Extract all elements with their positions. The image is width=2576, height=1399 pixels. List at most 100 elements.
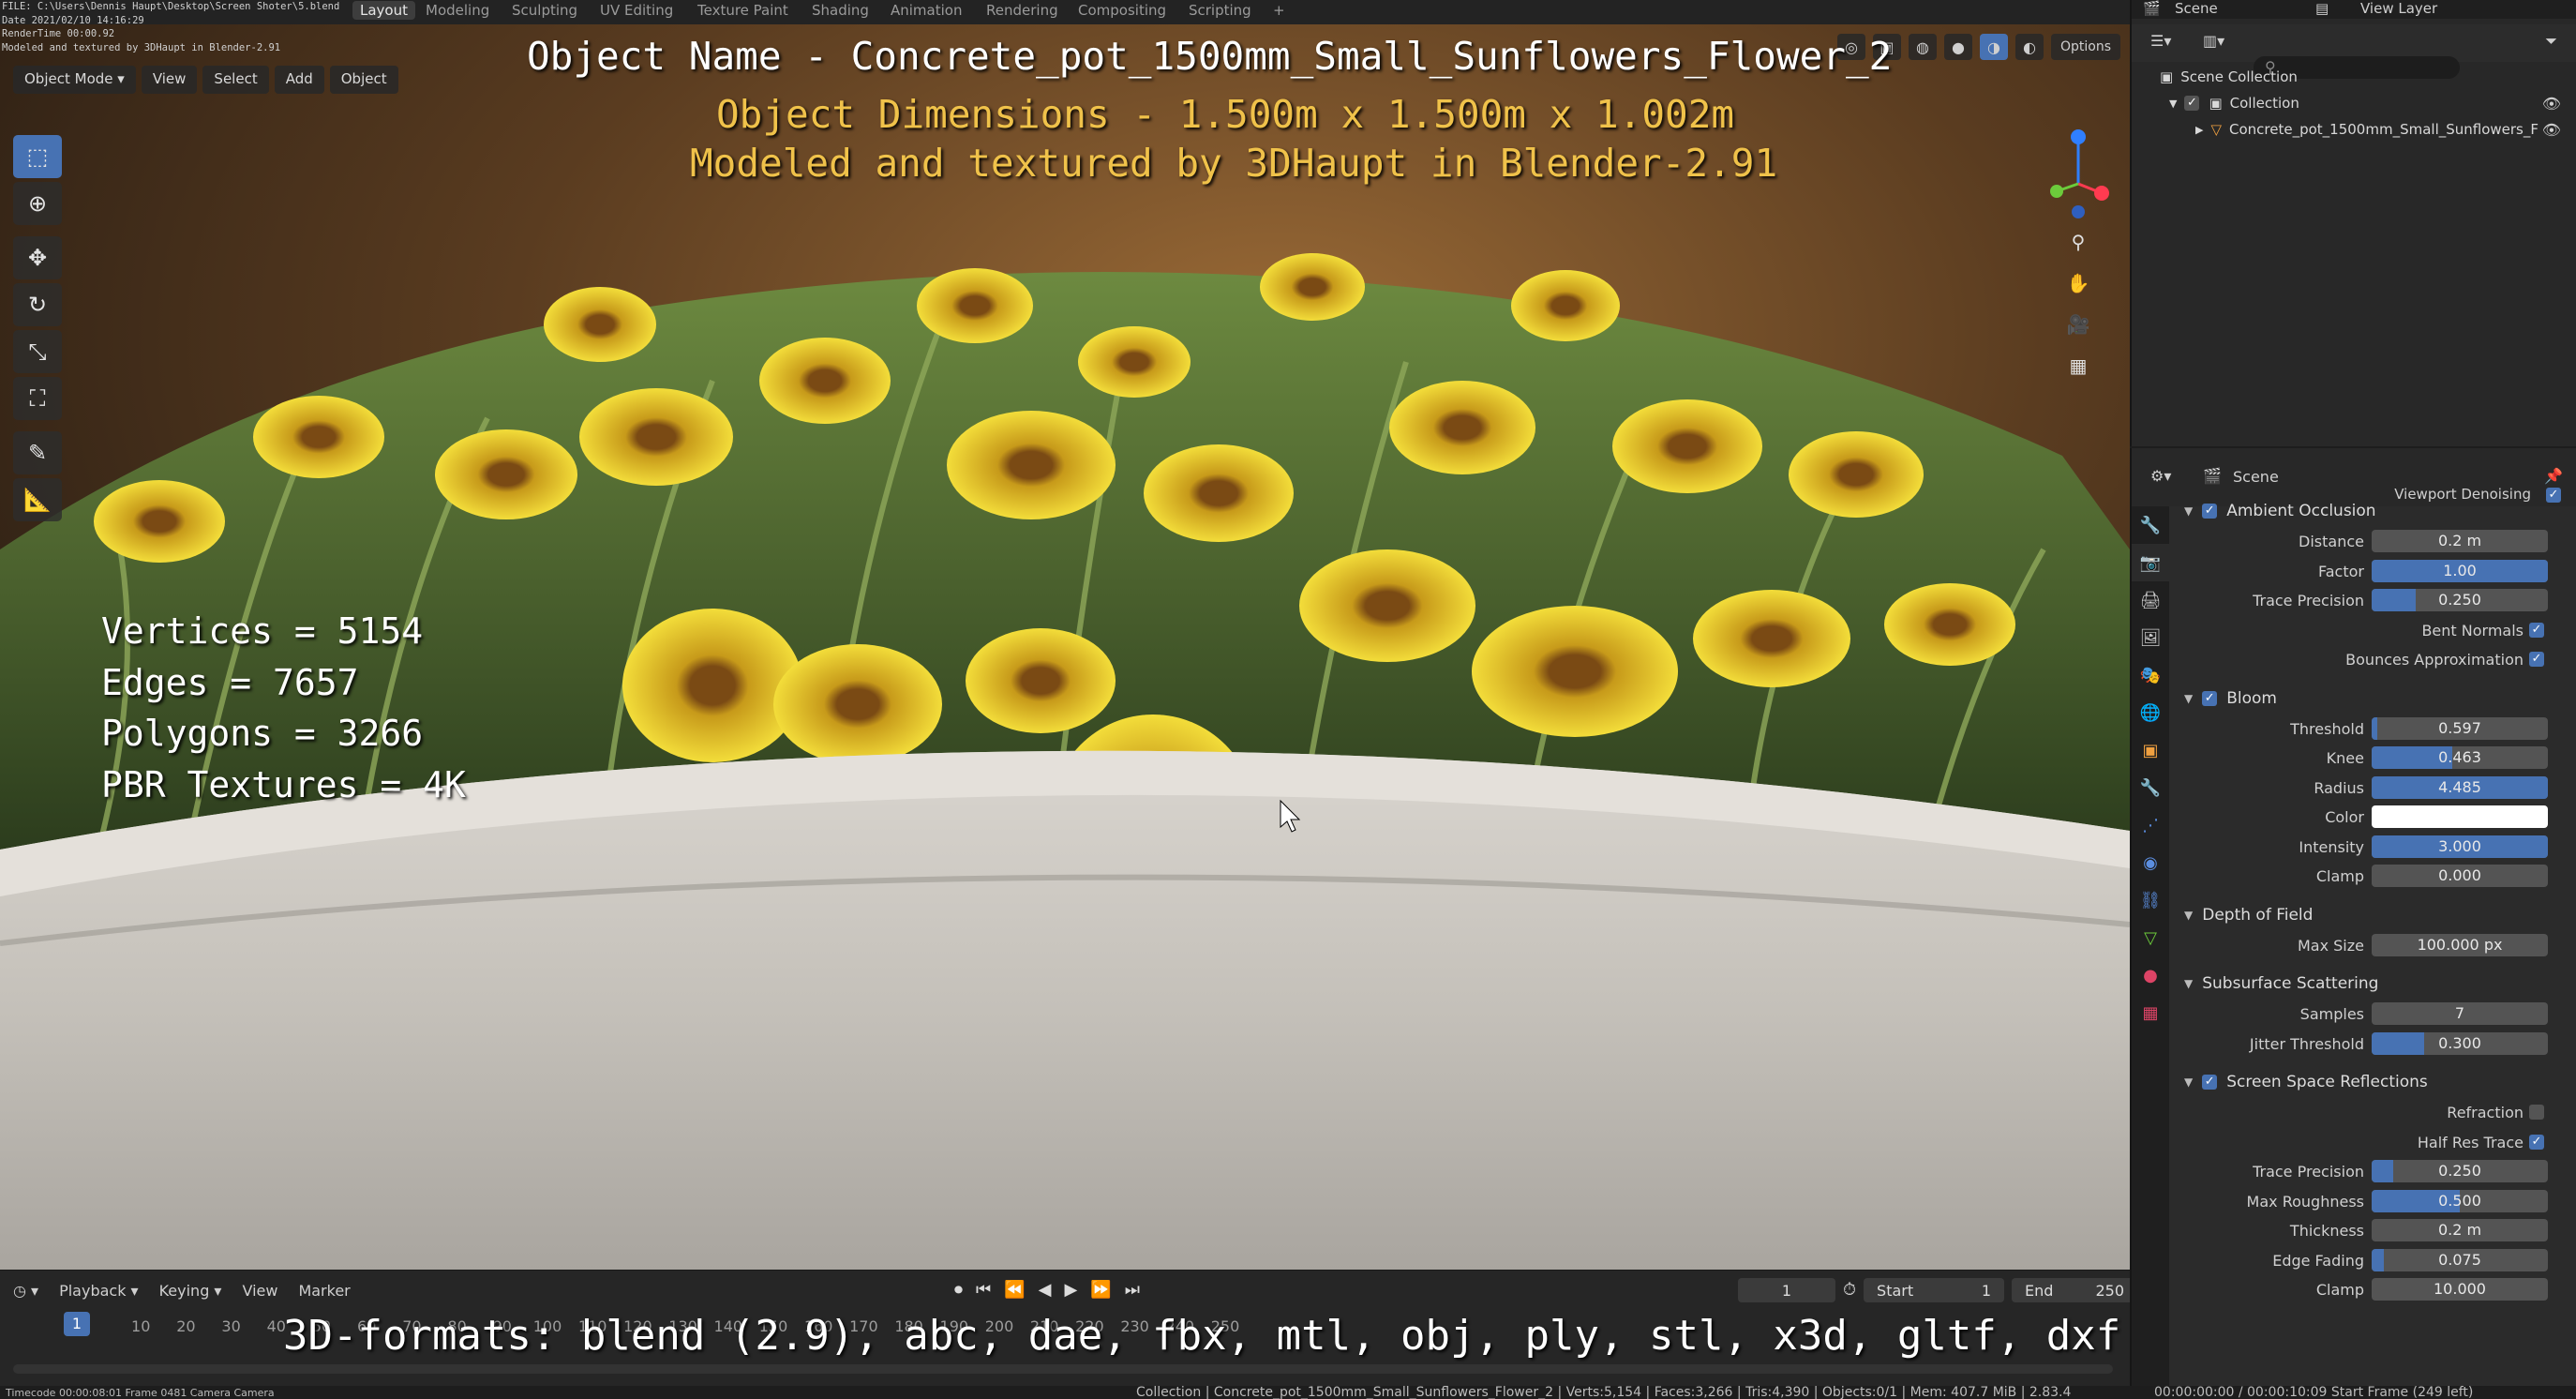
- record-icon[interactable]: ⏺: [954, 1280, 963, 1300]
- output-tab-icon[interactable]: 🖨: [2132, 581, 2169, 619]
- menu-select[interactable]: Select: [202, 66, 269, 94]
- panel-collapse-icon[interactable]: ▼: [2184, 977, 2193, 990]
- property-checkbox[interactable]: ✓: [2529, 622, 2544, 638]
- move-icon[interactable]: ✥: [13, 236, 62, 279]
- menu-view[interactable]: View: [141, 66, 198, 94]
- property-slider[interactable]: 0.2 m: [2372, 1219, 2548, 1241]
- expand-arrow-icon[interactable]: ▼: [2169, 98, 2177, 110]
- property-slider[interactable]: 0.300: [2372, 1031, 2548, 1055]
- ortho-grid-icon[interactable]: ▦: [2061, 349, 2095, 383]
- panel-collapse-icon[interactable]: ▼: [2184, 504, 2193, 518]
- property-slider[interactable]: 0.250: [2372, 1160, 2548, 1182]
- tab-texture-paint[interactable]: Texture Paint: [697, 2, 788, 19]
- tab-modeling[interactable]: Modeling: [426, 2, 489, 19]
- tab-uv-editing[interactable]: UV Editing: [600, 2, 673, 19]
- prev-keyframe-icon[interactable]: ⏪: [1004, 1280, 1025, 1300]
- property-slider[interactable]: 0.500: [2372, 1189, 2548, 1212]
- properties-editor-icon[interactable]: ⚙▾: [2150, 467, 2171, 485]
- 3d-viewport[interactable]: Object Mode ▾ View Select Add Object ◎ ▣…: [0, 24, 2130, 1270]
- property-slider[interactable]: 10.000: [2372, 1278, 2548, 1301]
- options-button[interactable]: Options: [2050, 34, 2120, 60]
- panel-screen-space-reflections[interactable]: ▼ ✓ Screen Space Reflections: [2173, 1066, 2576, 1098]
- material-tab-icon[interactable]: ●: [2132, 956, 2169, 994]
- panel-enable-checkbox[interactable]: ✓: [2202, 1075, 2218, 1090]
- property-slider[interactable]: 7: [2372, 1002, 2548, 1025]
- transform-icon[interactable]: ⛶: [13, 377, 62, 420]
- solid-shading-icon[interactable]: ●: [1943, 34, 1972, 60]
- visibility-eye-icon[interactable]: 👁: [2542, 95, 2561, 113]
- property-slider[interactable]: 3.000: [2372, 835, 2548, 858]
- modifier-tab-icon[interactable]: 🔧: [2132, 769, 2169, 806]
- panel-ambient-occlusion[interactable]: ▼ ✓ Ambient Occlusion: [2173, 495, 2576, 527]
- panel-enable-checkbox[interactable]: ✓: [2202, 690, 2218, 706]
- view-layer-tab-icon[interactable]: 🖼: [2132, 619, 2169, 656]
- play-reverse-icon[interactable]: ◀: [1039, 1280, 1052, 1300]
- rotate-icon[interactable]: ↻: [13, 283, 62, 326]
- panel-subsurface-scattering[interactable]: ▼ Subsurface Scattering: [2173, 968, 2576, 1000]
- menu-playback[interactable]: Playback ▾: [59, 1282, 139, 1300]
- outliner-editor-icon[interactable]: ☰▾: [2150, 32, 2171, 50]
- scale-icon[interactable]: ⤡: [13, 330, 62, 373]
- world-tab-icon[interactable]: 🌐: [2132, 694, 2169, 731]
- scene-name[interactable]: Scene: [2175, 0, 2218, 17]
- tab-scripting[interactable]: Scripting: [1189, 2, 1251, 19]
- pin-icon[interactable]: 📌: [2544, 467, 2563, 485]
- render-tab-icon[interactable]: 📷: [2132, 544, 2169, 581]
- menu-keying[interactable]: Keying ▾: [159, 1282, 222, 1300]
- menu-add[interactable]: Add: [274, 66, 324, 94]
- zoom-icon[interactable]: ⚲: [2061, 225, 2095, 259]
- panel-enable-checkbox[interactable]: ✓: [2202, 504, 2218, 519]
- tool-tab-icon[interactable]: 🔧: [2132, 506, 2169, 544]
- start-frame-field[interactable]: Start 1: [1864, 1278, 2005, 1302]
- panel-bloom[interactable]: ▼ ✓ Bloom: [2173, 683, 2576, 715]
- property-slider[interactable]: 0.2 m: [2372, 530, 2548, 552]
- outliner-collection[interactable]: ▼ ✓ ▣ Collection 👁: [2132, 90, 2576, 116]
- view-layer-icon[interactable]: ▤: [2315, 0, 2329, 17]
- tab-sculpting[interactable]: Sculpting: [512, 2, 577, 19]
- timeline-scrollbar[interactable]: [13, 1364, 2113, 1374]
- property-checkbox[interactable]: ✓: [2529, 652, 2544, 667]
- play-icon[interactable]: ▶: [1064, 1280, 1077, 1300]
- particles-tab-icon[interactable]: ⋰: [2132, 806, 2169, 844]
- property-slider[interactable]: 100.000 px: [2372, 933, 2548, 956]
- property-slider[interactable]: 0.463: [2372, 746, 2548, 769]
- property-slider[interactable]: 0.597: [2372, 716, 2548, 740]
- property-slider[interactable]: 0.000: [2372, 865, 2548, 887]
- display-mode-icon[interactable]: ▥▾: [2203, 32, 2224, 50]
- wireframe-shading-icon[interactable]: ◍: [1908, 34, 1937, 60]
- select-box-icon[interactable]: ⬚: [13, 135, 62, 178]
- property-slider[interactable]: 1.00: [2372, 559, 2548, 582]
- physics-tab-icon[interactable]: ◉: [2132, 844, 2169, 881]
- tab-animation[interactable]: Animation: [891, 2, 962, 19]
- constraints-tab-icon[interactable]: ⛓: [2132, 881, 2169, 919]
- panel-collapse-icon[interactable]: ▼: [2184, 909, 2193, 922]
- camera-icon[interactable]: 🎥: [2061, 308, 2095, 341]
- next-keyframe-icon[interactable]: ⏩: [1090, 1280, 1111, 1300]
- timeline-editor-type-icon[interactable]: ◷ ▾: [13, 1282, 38, 1300]
- visibility-eye-icon[interactable]: 👁: [2542, 121, 2561, 139]
- rendered-shading-icon[interactable]: ◐: [2014, 34, 2044, 60]
- property-slider[interactable]: 0.075: [2372, 1248, 2548, 1271]
- data-tab-icon[interactable]: ▽: [2132, 919, 2169, 956]
- panel-collapse-icon[interactable]: ▼: [2184, 1076, 2193, 1089]
- tab-rendering[interactable]: Rendering: [986, 2, 1058, 19]
- texture-tab-icon[interactable]: ▦: [2132, 994, 2169, 1031]
- current-frame-field[interactable]: 1: [1738, 1278, 1835, 1302]
- tab-shading[interactable]: Shading: [812, 2, 869, 19]
- expand-arrow-icon[interactable]: ▶: [2195, 124, 2203, 136]
- tab-layout[interactable]: Layout: [352, 1, 415, 20]
- view-layer-name[interactable]: View Layer: [2360, 0, 2437, 17]
- object-mode-dropdown[interactable]: Object Mode ▾: [13, 66, 136, 94]
- material-shading-icon[interactable]: ◑: [1979, 34, 2008, 60]
- color-swatch[interactable]: [2372, 805, 2548, 828]
- property-checkbox[interactable]: ✓: [2529, 1105, 2544, 1120]
- menu-marker[interactable]: Marker: [298, 1282, 350, 1300]
- scene-icon[interactable]: 🎬: [2143, 0, 2161, 17]
- outliner-scene-collection[interactable]: ▣ Scene Collection: [2132, 64, 2576, 90]
- panel-collapse-icon[interactable]: ▼: [2184, 692, 2193, 705]
- panel-depth-of-field[interactable]: ▼ Depth of Field: [2173, 899, 2576, 931]
- axis-gizmo[interactable]: [2045, 118, 2111, 221]
- object-tab-icon[interactable]: ▣: [2132, 731, 2169, 769]
- property-slider[interactable]: 4.485: [2372, 775, 2548, 799]
- measure-icon[interactable]: 📐: [13, 478, 62, 521]
